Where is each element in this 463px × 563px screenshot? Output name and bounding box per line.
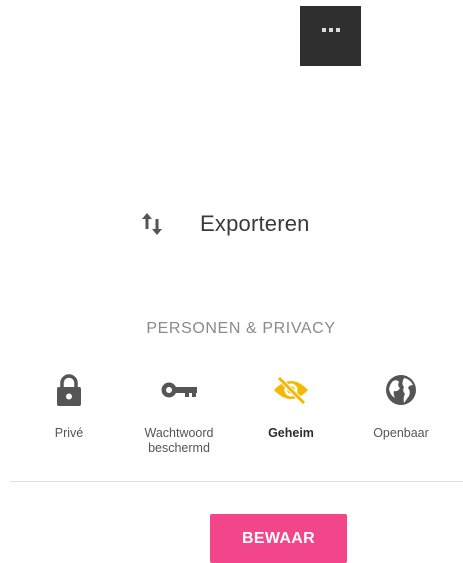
privacy-option-openbaar[interactable]: Openbaar [346,372,456,441]
eye-off-icon [274,376,308,405]
swap-vertical-icon [138,208,166,240]
privacy-option-label: Privé [54,426,84,440]
save-button[interactable]: BEWAAR [210,514,347,563]
privacy-option-wachtwoord[interactable]: Wachtwoord beschermd [124,372,234,456]
export-menu-item[interactable]: Exporteren [138,204,310,244]
privacy-options: Privé Wachtwoord beschermd Geheim Openba… [0,372,463,472]
privacy-option-prive[interactable]: Privé [14,372,124,441]
privacy-option-label: Openbaar [373,426,429,440]
privacy-option-label: Geheim [268,426,314,440]
globe-icon [386,375,416,405]
label-line: Wachtwoord [144,426,214,440]
more-horizontal-icon [321,28,340,32]
divider [10,481,463,482]
more-options-button[interactable] [300,6,361,66]
privacy-option-geheim[interactable]: Geheim [236,372,346,441]
export-label: Exporteren [200,211,310,236]
lock-icon [57,374,81,406]
privacy-section-title: PERSONEN & PRIVACY [146,320,336,337]
privacy-option-label: Wachtwoord beschermd [124,426,234,456]
label-line: beschermd [148,441,210,455]
share-settings-panel: Exporteren PERSONEN & PRIVACY Privé Wach… [0,0,463,563]
key-icon [161,382,197,398]
